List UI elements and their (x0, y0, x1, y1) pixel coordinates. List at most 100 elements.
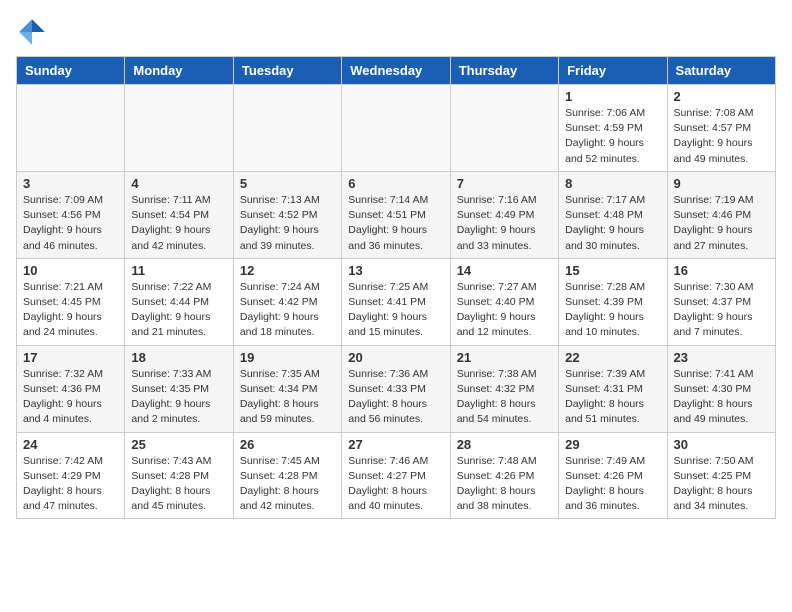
day-info: Sunrise: 7:17 AM Sunset: 4:48 PM Dayligh… (565, 193, 660, 254)
page-header (16, 16, 776, 48)
day-number: 6 (348, 176, 443, 191)
calendar-week-row: 3 Sunrise: 7:09 AM Sunset: 4:56 PM Daylig… (17, 171, 776, 258)
column-header-tuesday: Tuesday (233, 57, 341, 85)
calendar-day: 19Sunrise: 7:35 AM Sunset: 4:34 PM Dayli… (233, 345, 341, 432)
day-info: Sunrise: 7:46 AM Sunset: 4:27 PM Dayligh… (348, 454, 443, 515)
calendar-day: 12 Sunrise: 7:24 AM Sunset: 4:42 PM Dayli… (233, 258, 341, 345)
calendar-day: 30 Sunrise: 7:50 AM Sunset: 4:25 PM Dayli… (667, 432, 775, 519)
calendar-day: 29 Sunrise: 7:49 AM Sunset: 4:26 PM Dayli… (559, 432, 667, 519)
calendar-day (17, 85, 125, 172)
day-number: 20 (348, 350, 443, 365)
column-header-saturday: Saturday (667, 57, 775, 85)
day-number: 14 (457, 263, 552, 278)
day-info: Sunrise: 7:30 AM Sunset: 4:37 PM Dayligh… (674, 280, 769, 341)
calendar-day (125, 85, 233, 172)
calendar-day: 11 Sunrise: 7:22 AM Sunset: 4:44 PM Dayli… (125, 258, 233, 345)
calendar-day: 7 Sunrise: 7:16 AM Sunset: 4:49 PM Daylig… (450, 171, 558, 258)
calendar-day (342, 85, 450, 172)
column-header-sunday: Sunday (17, 57, 125, 85)
calendar-day: 23Sunrise: 7:41 AM Sunset: 4:30 PM Dayli… (667, 345, 775, 432)
calendar-day: 22 Sunrise: 7:39 AM Sunset: 4:31 PM Dayli… (559, 345, 667, 432)
day-info: Sunrise: 7:41 AM Sunset: 4:30 PM Dayligh… (674, 367, 769, 428)
day-number: 27 (348, 437, 443, 452)
day-info: Sunrise: 7:24 AM Sunset: 4:42 PM Dayligh… (240, 280, 335, 341)
day-info: Sunrise: 7:16 AM Sunset: 4:49 PM Dayligh… (457, 193, 552, 254)
logo-icon (16, 16, 48, 48)
day-info: Sunrise: 7:22 AM Sunset: 4:44 PM Dayligh… (131, 280, 226, 341)
day-number: 29 (565, 437, 660, 452)
column-header-friday: Friday (559, 57, 667, 85)
calendar-week-row: 1 Sunrise: 7:06 AM Sunset: 4:59 PM Daylig… (17, 85, 776, 172)
calendar-day: 2 Sunrise: 7:08 AM Sunset: 4:57 PM Daylig… (667, 85, 775, 172)
calendar-day: 18Sunrise: 7:33 AM Sunset: 4:35 PM Dayli… (125, 345, 233, 432)
day-info: Sunrise: 7:49 AM Sunset: 4:26 PM Dayligh… (565, 454, 660, 515)
calendar-day: 10 Sunrise: 7:21 AM Sunset: 4:45 PM Dayli… (17, 258, 125, 345)
calendar-day: 6 Sunrise: 7:14 AM Sunset: 4:51 PM Daylig… (342, 171, 450, 258)
calendar-day: 9Sunrise: 7:19 AM Sunset: 4:46 PM Daylig… (667, 171, 775, 258)
day-info: Sunrise: 7:21 AM Sunset: 4:45 PM Dayligh… (23, 280, 118, 341)
day-info: Sunrise: 7:48 AM Sunset: 4:26 PM Dayligh… (457, 454, 552, 515)
day-info: Sunrise: 7:50 AM Sunset: 4:25 PM Dayligh… (674, 454, 769, 515)
calendar-table: SundayMondayTuesdayWednesdayThursdayFrid… (16, 56, 776, 519)
column-header-monday: Monday (125, 57, 233, 85)
calendar-day: 14 Sunrise: 7:27 AM Sunset: 4:40 PM Dayli… (450, 258, 558, 345)
day-number: 30 (674, 437, 769, 452)
calendar-day: 20 Sunrise: 7:36 AM Sunset: 4:33 PM Dayli… (342, 345, 450, 432)
calendar-week-row: 17 Sunrise: 7:32 AM Sunset: 4:36 PM Dayli… (17, 345, 776, 432)
day-number: 3 (23, 176, 118, 191)
day-info: Sunrise: 7:39 AM Sunset: 4:31 PM Dayligh… (565, 367, 660, 428)
day-info: Sunrise: 7:25 AM Sunset: 4:41 PM Dayligh… (348, 280, 443, 341)
day-info: Sunrise: 7:09 AM Sunset: 4:56 PM Dayligh… (23, 193, 118, 254)
day-number: 22 (565, 350, 660, 365)
day-number: 1 (565, 89, 660, 104)
day-number: 28 (457, 437, 552, 452)
day-number: 24 (23, 437, 118, 452)
day-number: 17 (23, 350, 118, 365)
calendar-day: 3 Sunrise: 7:09 AM Sunset: 4:56 PM Daylig… (17, 171, 125, 258)
calendar-day: 4Sunrise: 7:11 AM Sunset: 4:54 PM Daylig… (125, 171, 233, 258)
day-number: 12 (240, 263, 335, 278)
day-info: Sunrise: 7:14 AM Sunset: 4:51 PM Dayligh… (348, 193, 443, 254)
calendar-day: 8 Sunrise: 7:17 AM Sunset: 4:48 PM Daylig… (559, 171, 667, 258)
day-number: 5 (240, 176, 335, 191)
day-number: 10 (23, 263, 118, 278)
calendar-day (233, 85, 341, 172)
calendar-day: 16Sunrise: 7:30 AM Sunset: 4:37 PM Dayli… (667, 258, 775, 345)
day-number: 18 (131, 350, 226, 365)
calendar-day: 24Sunrise: 7:42 AM Sunset: 4:29 PM Dayli… (17, 432, 125, 519)
day-number: 7 (457, 176, 552, 191)
calendar-day: 28 Sunrise: 7:48 AM Sunset: 4:26 PM Dayli… (450, 432, 558, 519)
day-number: 19 (240, 350, 335, 365)
column-header-thursday: Thursday (450, 57, 558, 85)
calendar-day: 1 Sunrise: 7:06 AM Sunset: 4:59 PM Daylig… (559, 85, 667, 172)
day-info: Sunrise: 7:36 AM Sunset: 4:33 PM Dayligh… (348, 367, 443, 428)
day-number: 8 (565, 176, 660, 191)
calendar-day: 21 Sunrise: 7:38 AM Sunset: 4:32 PM Dayli… (450, 345, 558, 432)
day-number: 11 (131, 263, 226, 278)
day-info: Sunrise: 7:32 AM Sunset: 4:36 PM Dayligh… (23, 367, 118, 428)
calendar-week-row: 10 Sunrise: 7:21 AM Sunset: 4:45 PM Dayli… (17, 258, 776, 345)
calendar-day: 25Sunrise: 7:43 AM Sunset: 4:28 PM Dayli… (125, 432, 233, 519)
day-info: Sunrise: 7:45 AM Sunset: 4:28 PM Dayligh… (240, 454, 335, 515)
day-info: Sunrise: 7:06 AM Sunset: 4:59 PM Dayligh… (565, 106, 660, 167)
calendar-day: 17 Sunrise: 7:32 AM Sunset: 4:36 PM Dayli… (17, 345, 125, 432)
calendar-day: 26 Sunrise: 7:45 AM Sunset: 4:28 PM Dayli… (233, 432, 341, 519)
calendar-day: 5 Sunrise: 7:13 AM Sunset: 4:52 PM Daylig… (233, 171, 341, 258)
logo (16, 16, 52, 48)
day-info: Sunrise: 7:28 AM Sunset: 4:39 PM Dayligh… (565, 280, 660, 341)
day-number: 13 (348, 263, 443, 278)
calendar-week-row: 24Sunrise: 7:42 AM Sunset: 4:29 PM Dayli… (17, 432, 776, 519)
day-info: Sunrise: 7:38 AM Sunset: 4:32 PM Dayligh… (457, 367, 552, 428)
day-info: Sunrise: 7:27 AM Sunset: 4:40 PM Dayligh… (457, 280, 552, 341)
day-number: 15 (565, 263, 660, 278)
calendar-header-row: SundayMondayTuesdayWednesdayThursdayFrid… (17, 57, 776, 85)
day-number: 26 (240, 437, 335, 452)
day-number: 25 (131, 437, 226, 452)
calendar-day: 27 Sunrise: 7:46 AM Sunset: 4:27 PM Dayli… (342, 432, 450, 519)
column-header-wednesday: Wednesday (342, 57, 450, 85)
day-info: Sunrise: 7:13 AM Sunset: 4:52 PM Dayligh… (240, 193, 335, 254)
day-info: Sunrise: 7:08 AM Sunset: 4:57 PM Dayligh… (674, 106, 769, 167)
day-number: 21 (457, 350, 552, 365)
calendar-day (450, 85, 558, 172)
day-number: 2 (674, 89, 769, 104)
